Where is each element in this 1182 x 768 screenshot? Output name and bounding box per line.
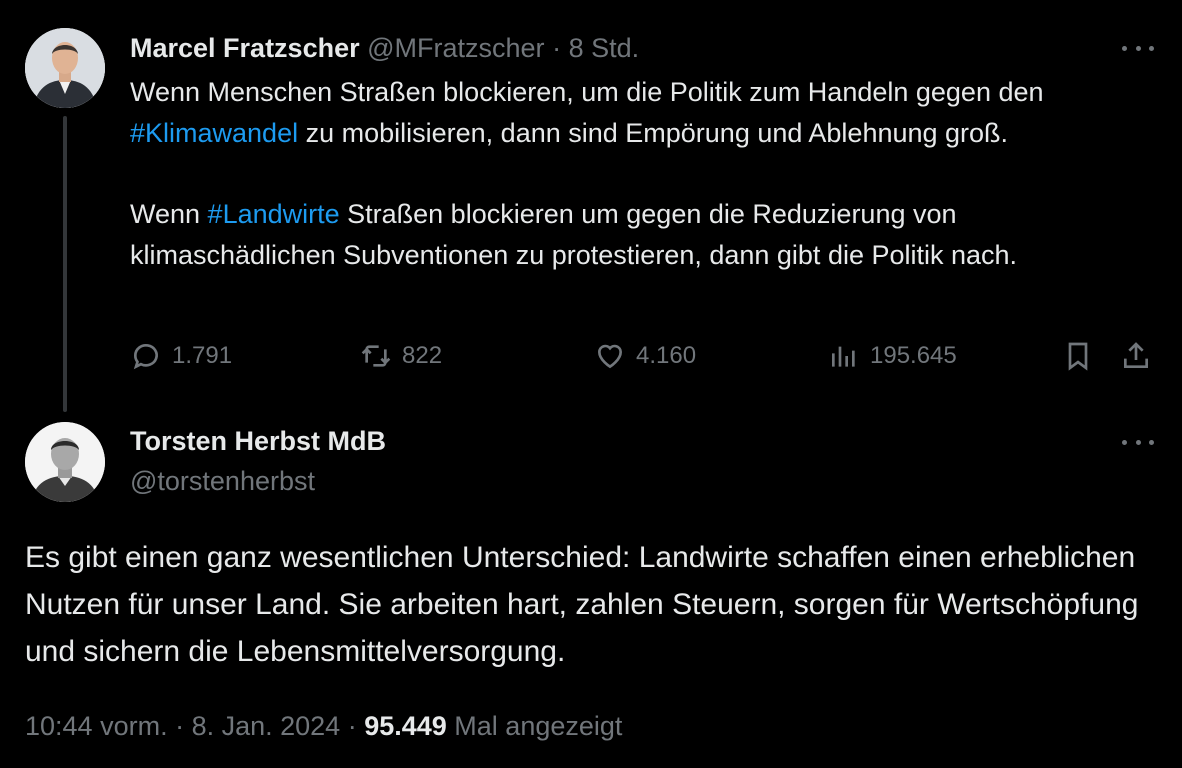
timestamp[interactable]: 10:44 vorm. — [25, 711, 168, 741]
text-span: Wenn Menschen Straßen blockieren, um die… — [130, 77, 1044, 107]
views-icon — [832, 346, 855, 367]
retweet-button[interactable]: 822 — [360, 336, 442, 376]
more-icon[interactable] — [1122, 432, 1154, 452]
action-bar: 1.791 822 4.160 195.645 — [130, 336, 1160, 376]
text-span: Wenn — [130, 199, 208, 229]
thread-line — [63, 116, 67, 412]
bookmark-icon — [1068, 342, 1088, 371]
tweet-text: Wenn Menschen Straßen blockieren, um die… — [130, 72, 1160, 276]
reply-icon — [133, 344, 158, 370]
timestamp[interactable]: 8 Std. — [569, 33, 640, 63]
views-button[interactable]: 195.645 — [828, 336, 957, 376]
avatar[interactable] — [25, 422, 105, 502]
separator: · — [167, 711, 192, 741]
tweet-paragraph: Wenn #Landwirte Straßen blockieren um ge… — [130, 194, 1160, 276]
tweet1-header: Marcel Fratzscher @MFratzscher · 8 Std. — [130, 30, 639, 66]
tweet-text: Es gibt einen ganz wesentlichen Untersch… — [25, 541, 1139, 668]
hashtag-link[interactable]: #Landwirte — [208, 199, 340, 229]
author-handle[interactable]: @torstenherbst — [130, 463, 315, 499]
text-span: zu mobilisieren, dann sind Empörung und … — [298, 118, 1009, 148]
retweet-count: 822 — [402, 342, 443, 369]
share-button[interactable] — [1120, 336, 1152, 376]
bookmark-button[interactable] — [1062, 336, 1094, 376]
separator: · — [340, 711, 365, 741]
share-icon — [1124, 342, 1148, 368]
author-handle[interactable]: @MFratzscher — [367, 33, 544, 63]
reply-count: 1.791 — [172, 342, 233, 369]
tweet-meta: 10:44 vorm. · 8. Jan. 2024 · 95.449 Mal … — [25, 706, 622, 746]
like-count: 4.160 — [636, 342, 697, 369]
date[interactable]: 8. Jan. 2024 — [192, 711, 341, 741]
view-count: 95.449 — [364, 711, 447, 741]
avatar[interactable] — [25, 28, 105, 108]
author-name[interactable]: Torsten Herbst MdB — [130, 423, 386, 459]
views-label: Mal angezeigt — [446, 711, 623, 741]
like-button[interactable]: 4.160 — [594, 336, 696, 376]
heart-icon — [597, 344, 623, 369]
tweet-paragraph: Wenn Menschen Straßen blockieren, um die… — [130, 72, 1160, 154]
hashtag-link[interactable]: #Klimawandel — [130, 118, 298, 148]
more-icon[interactable] — [1122, 38, 1154, 58]
author-name[interactable]: Marcel Fratzscher — [130, 33, 360, 63]
views-count: 195.645 — [870, 342, 957, 369]
separator: · — [544, 33, 569, 63]
reply-button[interactable]: 1.791 — [130, 336, 232, 376]
retweet-icon — [361, 345, 391, 367]
